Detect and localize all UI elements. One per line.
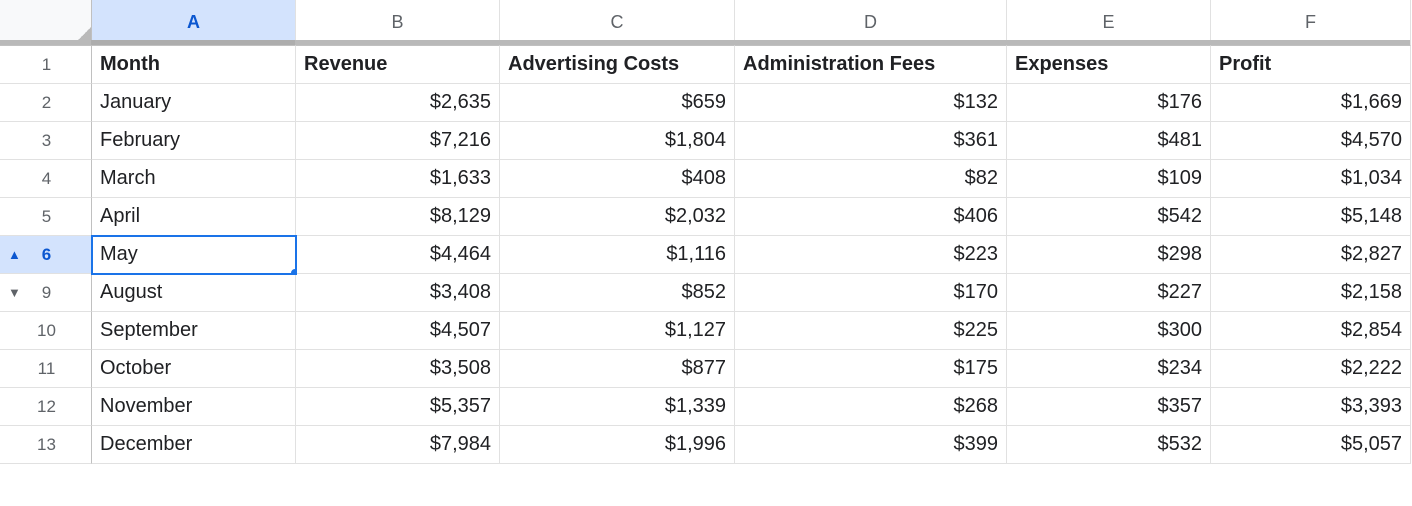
cell-fill-handle[interactable] [290, 268, 296, 274]
cell-F3[interactable]: $4,570 [1211, 122, 1411, 160]
cell-F10[interactable]: $2,854 [1211, 312, 1411, 350]
row-number: 2 [35, 93, 59, 113]
row-header-4[interactable]: 4 [0, 160, 92, 198]
cell-A10[interactable]: September [92, 312, 296, 350]
row-number: 4 [35, 169, 59, 189]
cell-C4[interactable]: $408 [500, 160, 735, 198]
cell-C3[interactable]: $1,804 [500, 122, 735, 160]
group-collapse-up-icon[interactable]: ▲ [8, 248, 21, 261]
cell-E6[interactable]: $298 [1007, 236, 1211, 274]
row-header-6[interactable]: ▲6 [0, 236, 92, 274]
cell-D5[interactable]: $406 [735, 198, 1007, 236]
cell-B6[interactable]: $4,464 [296, 236, 500, 274]
cell-C13[interactable]: $1,996 [500, 426, 735, 464]
row-header-3[interactable]: 3 [0, 122, 92, 160]
row-header-12[interactable]: 12 [0, 388, 92, 426]
cell-B3[interactable]: $7,216 [296, 122, 500, 160]
cell-A3[interactable]: February [92, 122, 296, 160]
cell-A9[interactable]: August [92, 274, 296, 312]
cell-E3[interactable]: $481 [1007, 122, 1211, 160]
cell-D11[interactable]: $175 [735, 350, 1007, 388]
row-header-11[interactable]: 11 [0, 350, 92, 388]
cell-D10[interactable]: $225 [735, 312, 1007, 350]
row-header-10[interactable]: 10 [0, 312, 92, 350]
cell-B11[interactable]: $3,508 [296, 350, 500, 388]
cell-B4[interactable]: $1,633 [296, 160, 500, 198]
column-header-f[interactable]: F [1211, 0, 1411, 46]
row-number: 6 [35, 245, 59, 265]
cell-F12[interactable]: $3,393 [1211, 388, 1411, 426]
cell-F11[interactable]: $2,222 [1211, 350, 1411, 388]
row-header-5[interactable]: 5 [0, 198, 92, 236]
cell-B12[interactable]: $5,357 [296, 388, 500, 426]
cell-F5[interactable]: $5,148 [1211, 198, 1411, 236]
select-all-corner[interactable] [0, 0, 92, 46]
cell-D6[interactable]: $223 [735, 236, 1007, 274]
row-header-2[interactable]: 2 [0, 84, 92, 122]
cell-C2[interactable]: $659 [500, 84, 735, 122]
cell-F13[interactable]: $5,057 [1211, 426, 1411, 464]
cell-D4[interactable]: $82 [735, 160, 1007, 198]
cell-E13[interactable]: $532 [1007, 426, 1211, 464]
cell-E1[interactable]: Expenses [1007, 46, 1211, 84]
cell-B5[interactable]: $8,129 [296, 198, 500, 236]
cell-E9[interactable]: $227 [1007, 274, 1211, 312]
cell-D1[interactable]: Administration Fees [735, 46, 1007, 84]
cell-A2[interactable]: January [92, 84, 296, 122]
cell-F9[interactable]: $2,158 [1211, 274, 1411, 312]
cell-C10[interactable]: $1,127 [500, 312, 735, 350]
cell-F4[interactable]: $1,034 [1211, 160, 1411, 198]
column-header-c[interactable]: C [500, 0, 735, 46]
row-number: 1 [35, 55, 59, 75]
cell-C11[interactable]: $877 [500, 350, 735, 388]
row-number: 5 [35, 207, 59, 227]
row-number: 11 [35, 359, 59, 379]
cell-C6[interactable]: $1,116 [500, 236, 735, 274]
cell-E12[interactable]: $357 [1007, 388, 1211, 426]
row-number: 3 [35, 131, 59, 151]
cell-D2[interactable]: $132 [735, 84, 1007, 122]
cell-E2[interactable]: $176 [1007, 84, 1211, 122]
row-header-9[interactable]: ▼9 [0, 274, 92, 312]
column-header-a[interactable]: A [92, 0, 296, 46]
cell-A12[interactable]: November [92, 388, 296, 426]
column-header-d[interactable]: D [735, 0, 1007, 46]
cell-B13[interactable]: $7,984 [296, 426, 500, 464]
cell-D12[interactable]: $268 [735, 388, 1007, 426]
cell-A6[interactable]: May [92, 236, 296, 274]
cell-C12[interactable]: $1,339 [500, 388, 735, 426]
cell-B9[interactable]: $3,408 [296, 274, 500, 312]
group-expand-down-icon[interactable]: ▼ [8, 286, 21, 299]
cell-E4[interactable]: $109 [1007, 160, 1211, 198]
cell-B10[interactable]: $4,507 [296, 312, 500, 350]
cell-D13[interactable]: $399 [735, 426, 1007, 464]
cell-F1[interactable]: Profit [1211, 46, 1411, 84]
row-number: 9 [35, 283, 59, 303]
cell-C9[interactable]: $852 [500, 274, 735, 312]
cell-A1[interactable]: Month [92, 46, 296, 84]
cell-A13[interactable]: December [92, 426, 296, 464]
column-header-b[interactable]: B [296, 0, 500, 46]
cell-E11[interactable]: $234 [1007, 350, 1211, 388]
row-number: 13 [35, 435, 59, 455]
cell-D3[interactable]: $361 [735, 122, 1007, 160]
row-header-13[interactable]: 13 [0, 426, 92, 464]
cell-F6[interactable]: $2,827 [1211, 236, 1411, 274]
cell-D9[interactable]: $170 [735, 274, 1007, 312]
cell-F2[interactable]: $1,669 [1211, 84, 1411, 122]
spreadsheet-grid[interactable]: ABCDEF 1 MonthRevenueAdvertising CostsAdmi… [0, 0, 1412, 464]
column-header-e[interactable]: E [1007, 0, 1211, 46]
cell-E5[interactable]: $542 [1007, 198, 1211, 236]
cell-C1[interactable]: Advertising Costs [500, 46, 735, 84]
cell-A5[interactable]: April [92, 198, 296, 236]
cell-A4[interactable]: March [92, 160, 296, 198]
row-number: 12 [35, 397, 59, 417]
row-number: 10 [35, 321, 59, 341]
cell-A11[interactable]: October [92, 350, 296, 388]
row-header-1[interactable]: 1 [0, 46, 92, 84]
cell-C5[interactable]: $2,032 [500, 198, 735, 236]
cell-B1[interactable]: Revenue [296, 46, 500, 84]
cell-E10[interactable]: $300 [1007, 312, 1211, 350]
cell-B2[interactable]: $2,635 [296, 84, 500, 122]
